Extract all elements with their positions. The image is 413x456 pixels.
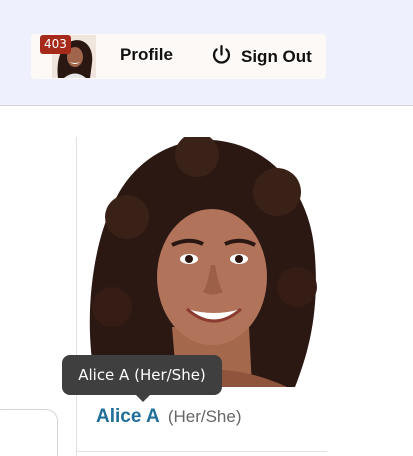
pronouns: (Her/She) — [167, 407, 242, 426]
name-tooltip: Alice A (Her/She) — [62, 355, 222, 402]
profile-name-link[interactable]: Alice A — [96, 406, 160, 427]
user-menu: 403 Profile Sign Out — [31, 34, 326, 79]
side-card — [0, 409, 58, 456]
profile-link[interactable]: Profile — [120, 45, 173, 65]
notification-count-badge: 403 — [40, 35, 71, 54]
profile-photo[interactable] — [77, 137, 327, 387]
tooltip-text: Alice A (Her/She) — [78, 366, 206, 384]
power-icon — [211, 44, 232, 69]
profile-name-line: Alice A (Her/She) — [96, 406, 242, 428]
sign-out-button[interactable]: Sign Out — [211, 44, 312, 69]
card-divider — [77, 451, 327, 452]
top-header-bar: 403 Profile Sign Out — [0, 0, 413, 106]
sign-out-label: Sign Out — [241, 46, 312, 66]
